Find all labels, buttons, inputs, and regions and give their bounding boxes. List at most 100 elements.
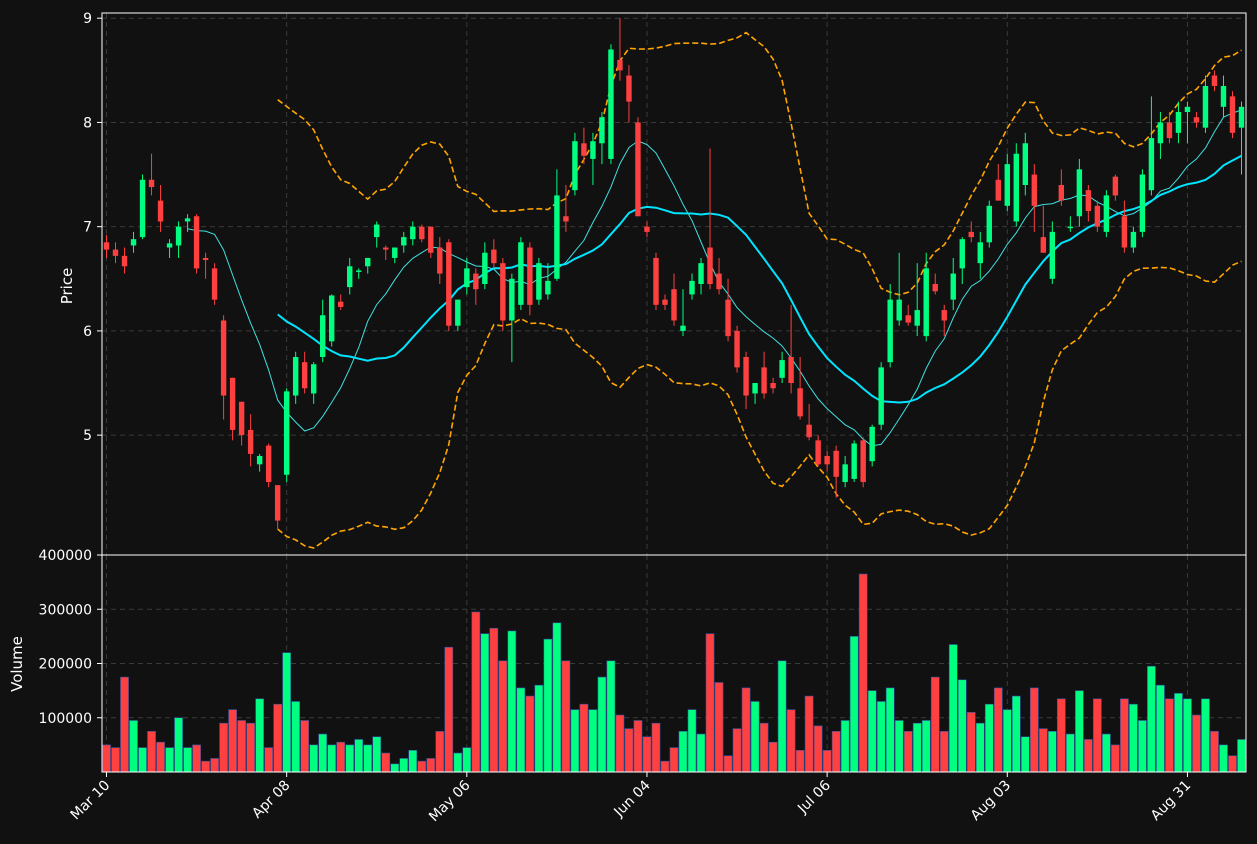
candle-body [941, 310, 947, 321]
volume-bar [921, 720, 931, 772]
volume-bar [111, 747, 120, 772]
volume-bar [1147, 665, 1156, 772]
volume-bar [489, 627, 499, 772]
candle-body [635, 122, 641, 217]
candle-body [815, 440, 821, 465]
candle-body [581, 143, 587, 156]
volume-bar [120, 676, 129, 772]
volume-bar [1174, 693, 1183, 772]
candle-body [707, 247, 713, 284]
volume-bar [444, 646, 454, 772]
candle-body [743, 356, 749, 396]
volume-bar [714, 682, 724, 772]
volume-bar [615, 714, 625, 772]
volume-bar [957, 679, 967, 772]
volume-bar [408, 749, 418, 772]
candle-body [752, 383, 758, 394]
volume-bar [462, 747, 472, 772]
volume-bar [867, 690, 877, 772]
candle-body [1112, 176, 1119, 196]
candle-body [545, 280, 551, 295]
candle-body [1004, 164, 1010, 206]
volume-bar [1111, 744, 1120, 772]
candle-body [338, 301, 344, 307]
candle-body [1121, 216, 1128, 248]
volume-bar [579, 703, 589, 772]
volume-bar [471, 611, 481, 772]
candle-body [599, 117, 605, 144]
volume-bar [930, 676, 940, 772]
volume-bar [687, 709, 697, 772]
candle-body [1103, 195, 1110, 232]
volume-bar [399, 758, 409, 772]
candle-body [932, 284, 938, 292]
candle-body [725, 299, 731, 337]
candle-body [401, 237, 407, 246]
volume-bar [642, 736, 652, 772]
volume-bar [480, 633, 490, 772]
candle-body [1166, 122, 1173, 139]
volume-bar [327, 744, 337, 772]
volume-bar [651, 722, 661, 772]
volume-bar [1038, 728, 1048, 772]
candle-body [689, 280, 695, 295]
candle-body [139, 179, 146, 238]
volume-bar [1192, 714, 1201, 772]
candle-body [860, 440, 866, 483]
candle-body [806, 424, 812, 438]
volume-tick-label: 200000 [39, 657, 92, 673]
candle-body [1193, 117, 1200, 123]
candle-body [842, 464, 848, 483]
candle-body [175, 226, 182, 246]
candle-body [1058, 184, 1065, 201]
candle-body [220, 320, 227, 396]
volume-bar [993, 687, 1003, 772]
candle-body [977, 242, 983, 264]
candle-body [274, 485, 281, 521]
candle-body [328, 295, 335, 342]
volume-bar [507, 630, 517, 772]
candle-body [1211, 75, 1218, 86]
candle-body [527, 247, 533, 305]
candle-body [905, 315, 911, 323]
candle-body [130, 239, 137, 246]
volume-bar [678, 731, 688, 772]
volume-bar [795, 749, 805, 772]
candle-body [617, 59, 623, 71]
candle-body [554, 195, 560, 279]
volume-bar [1165, 698, 1174, 772]
candle-body [968, 231, 974, 238]
volume-bar [1102, 733, 1111, 772]
candle-body [464, 268, 470, 288]
candle-body [851, 443, 857, 479]
volume-bar [1084, 739, 1093, 772]
candle-body [121, 255, 128, 267]
volume-bar [183, 747, 192, 772]
candle-body [1067, 226, 1074, 229]
candle-body [419, 226, 425, 240]
candlestick-chart: 5 6 7 8 9 100000 200000 300000 400000 Price Vol… [0, 0, 1257, 844]
volume-bar [696, 733, 706, 772]
candle-body [1031, 174, 1038, 206]
volume-bar [246, 722, 255, 772]
volume-bar [948, 644, 958, 772]
candle-body [211, 268, 218, 300]
candle-body [365, 257, 371, 267]
candle-body [797, 388, 803, 417]
candle-body [770, 383, 776, 389]
candle-body [1175, 112, 1182, 133]
volume-bar [939, 731, 949, 772]
candle-body [518, 242, 524, 305]
volume-bar [912, 722, 922, 772]
candle-body [356, 270, 362, 272]
candle-body [914, 310, 920, 326]
candle-body [500, 263, 506, 321]
volume-bar [1219, 744, 1228, 772]
candle-body [1013, 153, 1020, 222]
candle-body [959, 239, 965, 269]
volume-bar [1120, 698, 1129, 772]
candle-body [1148, 138, 1155, 191]
candle-body [491, 249, 497, 264]
candle-body [446, 242, 452, 326]
volume-tick-label: 100000 [39, 711, 92, 727]
